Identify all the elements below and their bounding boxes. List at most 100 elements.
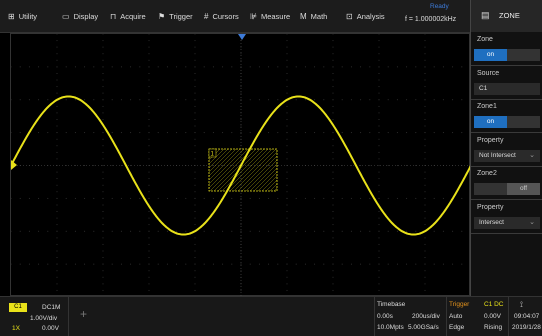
waveform-canvas: 1 <box>11 34 471 297</box>
grid-dot <box>378 34 380 35</box>
channel1-badge[interactable]: C1 <box>9 303 27 312</box>
grid-dot <box>56 257 58 259</box>
grid-dot <box>396 66 398 68</box>
grid-dot <box>185 132 187 134</box>
grid-dot <box>350 263 352 265</box>
grid-dot <box>222 230 224 232</box>
source-select[interactable]: C1 <box>474 83 540 95</box>
menu-analysis[interactable]: ⊡ Analysis <box>346 9 385 23</box>
grid-dot <box>442 99 444 101</box>
zone1-label: Zone1 <box>477 103 497 110</box>
grid-dot <box>387 230 389 232</box>
grid-dot <box>240 230 242 232</box>
grid-dot <box>65 230 67 232</box>
grid-dot <box>314 263 316 265</box>
grid-dot <box>360 230 362 232</box>
grid-dot <box>222 66 224 68</box>
grid-dot <box>194 86 196 88</box>
grid-dot <box>194 211 196 213</box>
grid-dot <box>148 112 150 114</box>
grid-dot <box>332 283 334 285</box>
grid-dot <box>19 99 21 101</box>
grid-dot <box>56 197 58 199</box>
grid-dot <box>148 118 150 120</box>
grid-dot <box>452 66 454 68</box>
grid-dot <box>203 197 205 199</box>
menu-cursors[interactable]: # Cursors <box>204 9 239 23</box>
zone-toggle[interactable]: on <box>474 49 540 61</box>
grid-dot <box>304 66 306 68</box>
menu-acquire[interactable]: ⊓ Acquire <box>110 9 146 23</box>
grid-dot <box>286 145 288 147</box>
grid-dot <box>194 72 196 74</box>
grid-dot <box>461 66 463 68</box>
grid-dot <box>268 99 270 101</box>
zone1-toggle[interactable]: on <box>474 116 540 128</box>
trigger-label[interactable]: Trigger <box>449 301 469 308</box>
grid-dot <box>19 263 21 265</box>
grid-dot <box>176 66 178 68</box>
grid-dot <box>295 66 297 68</box>
grid-dot <box>185 230 187 232</box>
grid-dot <box>120 165 122 166</box>
property2-select[interactable]: Intersect ⌄ <box>474 217 540 229</box>
grid-dot <box>442 263 444 265</box>
clock-date: 2019/1/28 <box>512 324 541 331</box>
grid-dot <box>130 99 132 101</box>
grid-dot <box>194 171 196 173</box>
grid-dot <box>102 86 104 88</box>
add-channel-icon[interactable]: + <box>80 307 87 321</box>
grid-dot <box>341 263 343 265</box>
grid-dot <box>360 263 362 265</box>
timebase-label[interactable]: Timebase <box>377 301 405 308</box>
grid-dot <box>295 99 297 101</box>
grid-dot <box>148 250 150 252</box>
grid-dot <box>461 263 463 265</box>
grid-dot <box>332 178 334 180</box>
grid-dot <box>11 66 12 68</box>
grid-dot <box>148 138 150 140</box>
grid-dot <box>102 191 104 193</box>
menu-trigger[interactable]: ⚑ Trigger <box>158 9 193 23</box>
grid-dot <box>332 204 334 206</box>
waveform-display[interactable]: 1 <box>10 33 471 297</box>
grid-dot <box>194 257 196 259</box>
grid-dot <box>19 66 21 68</box>
grid-dot <box>378 145 380 147</box>
grid-dot <box>406 165 408 166</box>
trigger-flag-icon: ⚑ <box>158 11 166 21</box>
grid-dot <box>194 250 196 252</box>
grid-dot <box>74 132 76 134</box>
grid-dot <box>130 230 132 232</box>
trigger-source: C1 DC <box>484 301 504 308</box>
grid-dot <box>148 151 150 153</box>
grid-dot <box>286 72 288 74</box>
grid-dot <box>56 46 58 48</box>
grid-dot <box>194 217 196 219</box>
grid-dot <box>314 132 316 134</box>
menu-utility[interactable]: ⊞ Utility <box>8 9 37 23</box>
grid-dot <box>378 138 380 140</box>
grid-dot <box>102 118 104 120</box>
zone-panel-header: ▤ ZONE <box>470 0 542 32</box>
grid-dot <box>268 66 270 68</box>
grid-dot <box>424 197 426 199</box>
grid-dot <box>378 197 380 199</box>
grid-dot <box>139 132 141 134</box>
grid-dot <box>148 211 150 213</box>
menu-math[interactable]: M Math <box>300 9 327 23</box>
grid-dot <box>38 132 40 134</box>
grid-dot <box>157 66 159 68</box>
property1-select[interactable]: Not Intersect ⌄ <box>474 150 540 162</box>
grid-dot <box>148 289 150 291</box>
grid-dot <box>378 237 380 239</box>
menu-measure[interactable]: ⊯ Measure <box>250 9 290 23</box>
zone2-toggle[interactable]: off <box>474 183 540 195</box>
grid-dot <box>369 197 371 199</box>
grid-dot <box>11 197 12 199</box>
grid-dot <box>185 197 187 199</box>
grid-dot <box>102 34 104 35</box>
grid-dot <box>194 151 196 153</box>
menu-display[interactable]: ▭ Display <box>62 9 98 23</box>
grid-dot <box>332 66 334 68</box>
